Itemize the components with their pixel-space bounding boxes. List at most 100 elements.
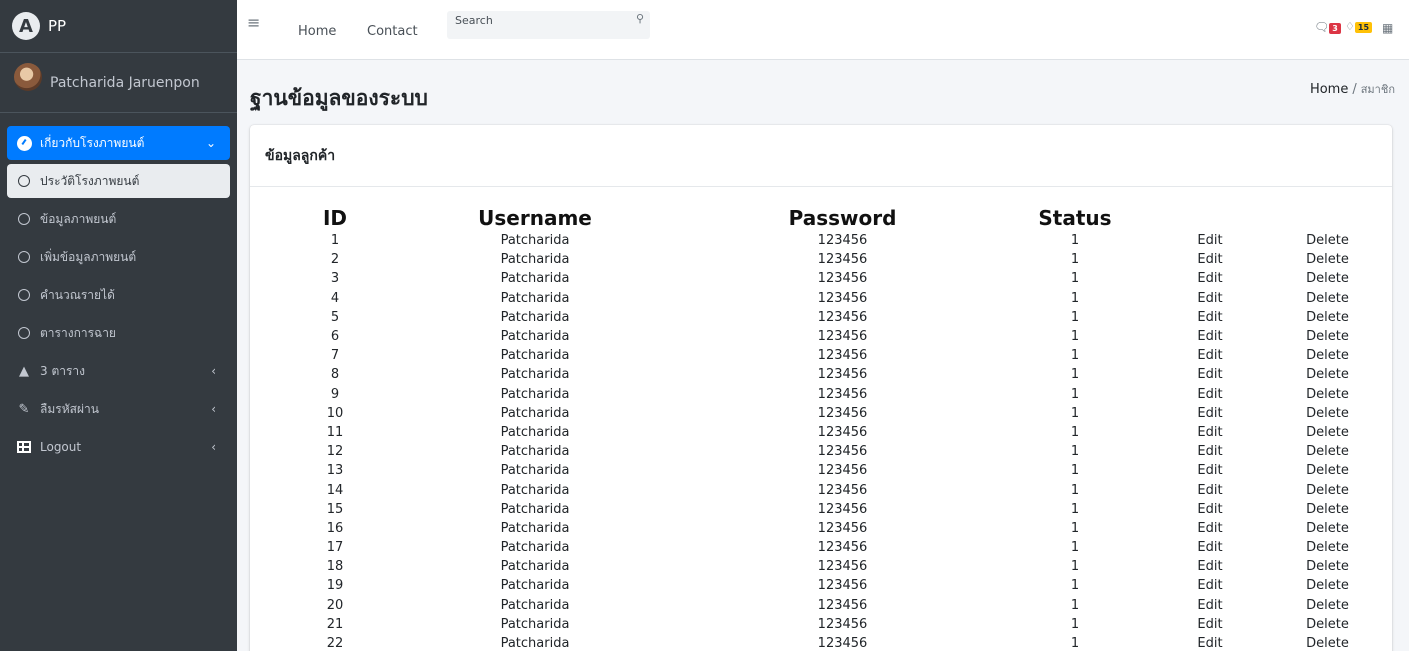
table-row: 7 Patcharida 123456 1 Edit Delete [285, 346, 1385, 365]
cell-id: 19 [326, 578, 344, 594]
delete-link[interactable]: Delete [1270, 250, 1385, 269]
column-header-delete [1270, 205, 1385, 231]
search-icon[interactable]: ⚲ [636, 12, 644, 25]
delete-link[interactable]: Delete [1270, 423, 1385, 442]
edit-link[interactable]: Edit [1150, 480, 1270, 499]
delete-link[interactable]: Delete [1270, 385, 1385, 404]
bell-icon: ♢ [1345, 20, 1355, 33]
apps-grid-icon[interactable]: ▦ [1382, 21, 1393, 35]
cell-status: 1 [1070, 482, 1080, 498]
edit-link[interactable]: Edit [1150, 327, 1270, 346]
delete-link[interactable]: Delete [1270, 615, 1385, 634]
cell-password: 123456 [817, 329, 868, 345]
delete-link[interactable]: Delete [1270, 557, 1385, 576]
delete-link[interactable]: Delete [1270, 634, 1385, 651]
navbar-search: ⚲ [447, 8, 650, 39]
edit-link[interactable]: Edit [1150, 346, 1270, 365]
edit-link[interactable]: Edit [1150, 596, 1270, 615]
cell-id: 8 [330, 367, 340, 383]
user-name[interactable]: Patcharida Jaruenpon [50, 75, 200, 91]
delete-link[interactable]: Delete [1270, 308, 1385, 327]
edit-link[interactable]: Edit [1150, 615, 1270, 634]
brand-logo: A [12, 12, 40, 40]
cell-status: 1 [1070, 520, 1080, 536]
edit-link[interactable]: Edit [1150, 461, 1270, 480]
column-header-status: Status [1038, 206, 1112, 230]
sidebar-item-about-cinema[interactable]: เกี่ยวกับโรงภาพยนต์ ⌄ [7, 126, 230, 160]
table-row: 21 Patcharida 123456 1 Edit Delete [285, 615, 1385, 634]
delete-link[interactable]: Delete [1270, 289, 1385, 308]
edit-link[interactable]: Edit [1150, 250, 1270, 269]
delete-link[interactable]: Delete [1270, 346, 1385, 365]
edit-link[interactable]: Edit [1150, 519, 1270, 538]
user-panel[interactable]: Patcharida Jaruenpon [0, 53, 237, 113]
notifications-button[interactable]: ♢ 15 [1345, 20, 1373, 33]
delete-link[interactable]: Delete [1270, 500, 1385, 519]
table-row: 19 Patcharida 123456 1 Edit Delete [285, 576, 1385, 595]
cell-username: Patcharida [500, 540, 570, 556]
delete-link[interactable]: Delete [1270, 576, 1385, 595]
edit-link[interactable]: Edit [1150, 385, 1270, 404]
edit-link[interactable]: Edit [1150, 231, 1270, 250]
edit-link[interactable]: Edit [1150, 500, 1270, 519]
cell-status: 1 [1070, 636, 1080, 651]
circle-icon [15, 289, 33, 301]
delete-link[interactable]: Delete [1270, 327, 1385, 346]
circle-icon [15, 251, 33, 263]
sidebar-item-logout[interactable]: Logout ‹ [7, 430, 230, 464]
brand-name: PP [48, 17, 67, 35]
nav-link-home[interactable]: Home [298, 24, 336, 39]
cell-id: 6 [330, 329, 340, 345]
delete-link[interactable]: Delete [1270, 461, 1385, 480]
sidebar-item-movie-data[interactable]: ข้อมูลภาพยนต์ [7, 202, 230, 236]
cell-id: 12 [326, 444, 344, 460]
edit-link[interactable]: Edit [1150, 365, 1270, 384]
nav-link-contact[interactable]: Contact [367, 24, 418, 39]
search-input[interactable] [447, 8, 617, 32]
cell-status: 1 [1070, 597, 1080, 613]
delete-link[interactable]: Delete [1270, 519, 1385, 538]
table-row: 6 Patcharida 123456 1 Edit Delete [285, 327, 1385, 346]
chevron-down-icon: ⌄ [205, 136, 216, 150]
column-header-edit [1150, 205, 1270, 231]
sidebar-item-calculate-income[interactable]: คำนวณรายได้ [7, 278, 230, 312]
breadcrumb-home[interactable]: Home [1310, 82, 1348, 97]
edit-link[interactable]: Edit [1150, 423, 1270, 442]
messages-button[interactable]: 🗨 3 [1314, 20, 1341, 34]
edit-link[interactable]: Edit [1150, 557, 1270, 576]
edit-link[interactable]: Edit [1150, 269, 1270, 288]
cell-username: Patcharida [500, 559, 570, 575]
hamburger-menu-icon[interactable]: ≡ [247, 13, 260, 32]
delete-link[interactable]: Delete [1270, 442, 1385, 461]
notifications-badge: 15 [1354, 22, 1373, 33]
delete-link[interactable]: Delete [1270, 538, 1385, 557]
sidebar-item-add-movie[interactable]: เพิ่มข้อมูลภาพยนต์ [7, 240, 230, 274]
edit-link[interactable]: Edit [1150, 634, 1270, 651]
delete-link[interactable]: Delete [1270, 365, 1385, 384]
edit-link[interactable]: Edit [1150, 442, 1270, 461]
cell-status: 1 [1070, 348, 1080, 364]
edit-link[interactable]: Edit [1150, 538, 1270, 557]
sidebar-item-label: คำนวณรายได้ [40, 287, 115, 302]
cell-status: 1 [1070, 367, 1080, 383]
delete-link[interactable]: Delete [1270, 269, 1385, 288]
delete-link[interactable]: Delete [1270, 480, 1385, 499]
cell-id: 4 [330, 290, 340, 306]
sidebar-item-showtimes[interactable]: ตารางการฉาย [7, 316, 230, 350]
sidebar-item-label: ข้อมูลภาพยนต์ [40, 211, 117, 226]
cell-password: 123456 [817, 233, 868, 249]
sidebar-item-three-tables[interactable]: ▲ 3 ตาราง ‹ [7, 354, 230, 388]
brand-link[interactable]: A PP [0, 0, 237, 53]
sidebar-item-forgot-password[interactable]: ✎ ลืมรหัสผ่าน ‹ [7, 392, 230, 426]
sidebar-item-label: Logout [40, 440, 82, 454]
sidebar-item-cinema-history[interactable]: ประวัติโรงภาพยนต์ [7, 164, 230, 198]
breadcrumb-current: สมาชิก [1360, 83, 1395, 96]
cell-status: 1 [1070, 233, 1080, 249]
edit-link[interactable]: Edit [1150, 308, 1270, 327]
delete-link[interactable]: Delete [1270, 231, 1385, 250]
delete-link[interactable]: Delete [1270, 596, 1385, 615]
edit-link[interactable]: Edit [1150, 576, 1270, 595]
edit-link[interactable]: Edit [1150, 289, 1270, 308]
delete-link[interactable]: Delete [1270, 404, 1385, 423]
edit-link[interactable]: Edit [1150, 404, 1270, 423]
